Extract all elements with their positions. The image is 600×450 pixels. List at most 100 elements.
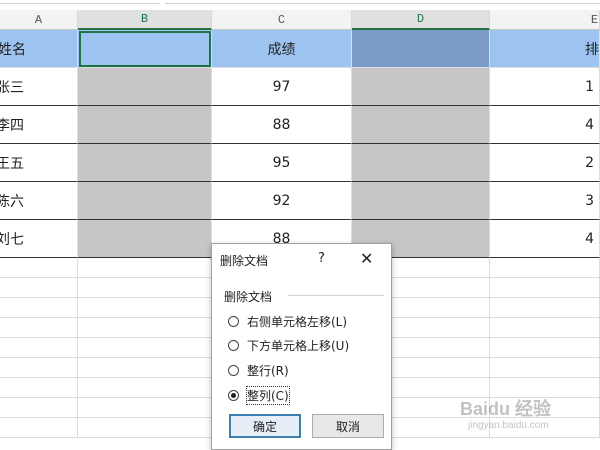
cell-a1[interactable]: 姓名 (0, 30, 78, 68)
group-divider (288, 295, 384, 296)
empty-cell[interactable] (0, 378, 78, 398)
close-icon[interactable]: ✕ (360, 249, 373, 268)
row-score: 92 (272, 192, 291, 209)
radio-label: 下方单元格上移(U) (247, 339, 350, 353)
cell-name[interactable]: 李四 (0, 106, 78, 144)
radio-label: 整行(R) (247, 364, 289, 378)
empty-cell[interactable] (0, 278, 78, 298)
radio-shift-up[interactable]: 下方单元格上移(U) (228, 337, 349, 354)
empty-cell[interactable] (78, 418, 212, 438)
formula-bar-edge (0, 0, 160, 4)
empty-cell[interactable] (490, 318, 600, 338)
cell-rank[interactable]: 2 (490, 144, 600, 182)
column-header-label: C (277, 12, 286, 27)
column-header-b[interactable]: B (78, 10, 212, 30)
radio-dot[interactable] (228, 340, 239, 351)
row-name: 刘七 (0, 231, 24, 248)
empty-cell[interactable] (78, 318, 212, 338)
empty-cell[interactable] (0, 418, 78, 438)
empty-cell[interactable] (0, 318, 78, 338)
cell-d1[interactable] (352, 30, 490, 68)
empty-cell[interactable] (78, 278, 212, 298)
row-name: 李四 (0, 117, 24, 134)
column-header-c[interactable]: C (212, 10, 352, 30)
watermark-url: jingyan.baidu.com (468, 420, 549, 431)
empty-cell[interactable] (78, 378, 212, 398)
empty-cell[interactable] (78, 258, 212, 278)
empty-cell[interactable] (78, 298, 212, 318)
row-score: 88 (272, 116, 291, 133)
dialog-title: 删除文档 (220, 254, 269, 268)
cell-c1[interactable]: 成绩 (212, 30, 352, 68)
cell-b[interactable] (78, 144, 212, 182)
watermark-logo: Baidu 经验 (460, 399, 552, 419)
empty-cell[interactable] (490, 258, 600, 278)
cell-b[interactable] (78, 106, 212, 144)
empty-cell[interactable] (392, 338, 490, 358)
column-header-label: E (590, 12, 599, 27)
radio-entire-column[interactable]: 整列(C) (228, 386, 290, 405)
radio-dot[interactable] (228, 316, 239, 327)
empty-cell[interactable] (392, 278, 490, 298)
empty-cell[interactable] (392, 318, 490, 338)
empty-cell[interactable] (0, 358, 78, 378)
row-score: 97 (272, 78, 291, 95)
radio-dot-selected[interactable] (228, 390, 239, 401)
cell-b[interactable] (78, 220, 212, 258)
cell-b[interactable] (78, 68, 212, 106)
cancel-button[interactable]: 取消 (312, 414, 384, 438)
empty-cell[interactable] (78, 358, 212, 378)
cell-b[interactable] (78, 182, 212, 220)
cell-b1[interactable] (78, 30, 212, 68)
empty-cell[interactable] (392, 298, 490, 318)
cell-d[interactable] (352, 68, 490, 106)
formula-bar-edge-right (165, 0, 600, 4)
cell-rank[interactable]: 4 (490, 106, 600, 144)
radio-shift-left[interactable]: 右侧单元格左移(L) (228, 313, 347, 330)
cell-name[interactable]: 张三 (0, 68, 78, 106)
column-header-e[interactable]: E (490, 10, 600, 30)
radio-label: 整列(C) (246, 386, 290, 405)
cell-score[interactable]: 88 (212, 106, 352, 144)
header-score: 成绩 (267, 41, 296, 58)
cell-d[interactable] (352, 144, 490, 182)
cell-score[interactable]: 95 (212, 144, 352, 182)
cell-score[interactable]: 92 (212, 182, 352, 220)
empty-cell[interactable] (490, 338, 600, 358)
row-rank: 1 (585, 78, 594, 95)
column-header-label: A (34, 12, 43, 27)
row-rank: 4 (585, 116, 594, 133)
ok-button[interactable]: 确定 (229, 414, 301, 438)
group-label: 删除文档 (224, 290, 273, 304)
empty-cell[interactable] (490, 358, 600, 378)
cell-rank[interactable]: 1 (490, 68, 600, 106)
cell-d[interactable] (352, 106, 490, 144)
column-header-label: B (140, 12, 149, 26)
cell-e1[interactable]: 排名 (490, 30, 600, 68)
column-header-a[interactable]: A (0, 10, 78, 30)
empty-cell[interactable] (0, 338, 78, 358)
empty-cell[interactable] (0, 298, 78, 318)
empty-cell[interactable] (0, 258, 78, 278)
empty-cell[interactable] (0, 398, 78, 418)
radio-dot[interactable] (228, 365, 239, 376)
delete-dialog: 删除文档 ? ✕ 删除文档 右侧单元格左移(L) 下方单元格上移(U) 整行(R… (211, 243, 392, 450)
empty-cell[interactable] (392, 358, 490, 378)
empty-cell[interactable] (490, 278, 600, 298)
cell-name[interactable]: 王五 (0, 144, 78, 182)
cell-rank[interactable]: 3 (490, 182, 600, 220)
empty-cell[interactable] (78, 338, 212, 358)
help-icon[interactable]: ? (318, 251, 325, 266)
radio-label: 右侧单元格左移(L) (247, 315, 348, 329)
column-header-d[interactable]: D (352, 10, 490, 30)
toolbar-edge (0, 0, 600, 10)
radio-entire-row[interactable]: 整行(R) (228, 362, 289, 379)
empty-cell[interactable] (490, 298, 600, 318)
cell-rank[interactable]: 4 (490, 220, 600, 258)
cell-d[interactable] (352, 182, 490, 220)
empty-cell[interactable] (78, 398, 212, 418)
cell-name[interactable]: 陈六 (0, 182, 78, 220)
row-score: 95 (272, 154, 291, 171)
cell-score[interactable]: 97 (212, 68, 352, 106)
cell-name[interactable]: 刘七 (0, 220, 78, 258)
